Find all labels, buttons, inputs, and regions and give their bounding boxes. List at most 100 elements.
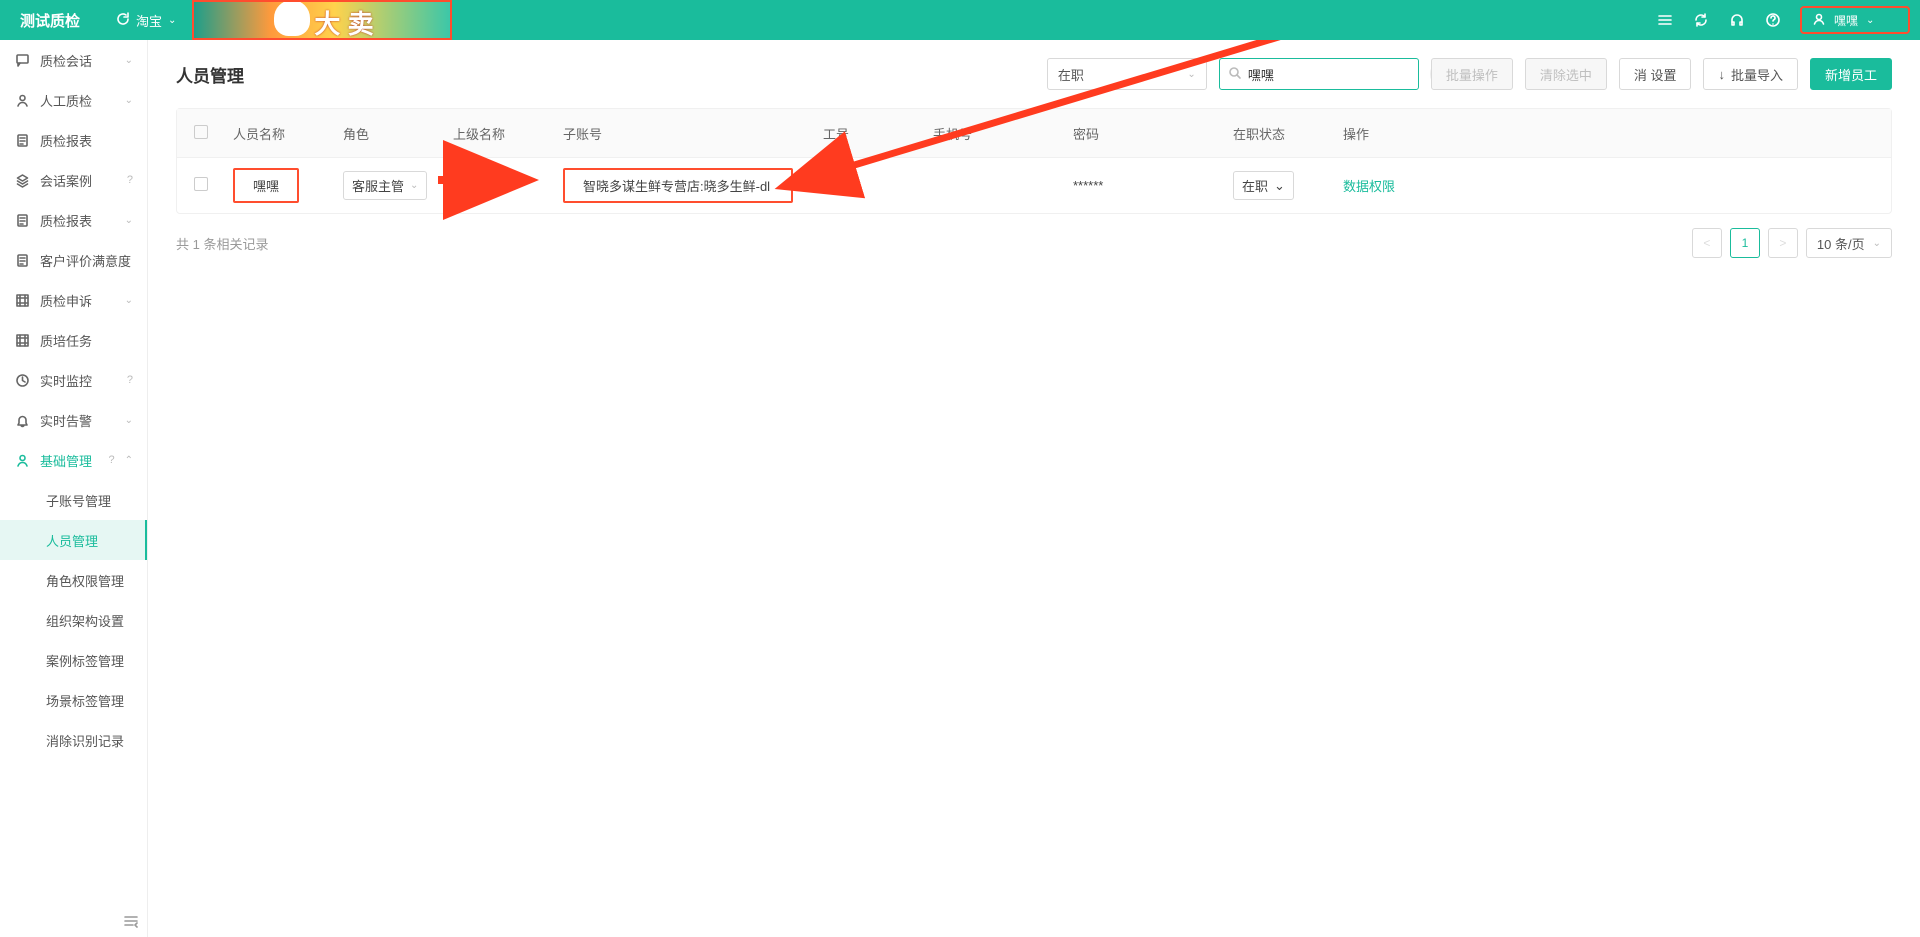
batch-import-button[interactable]: ↓ 批量导入: [1703, 58, 1798, 90]
batch-operate-button[interactable]: 批量操作: [1431, 58, 1513, 90]
row-checkbox[interactable]: [194, 177, 208, 191]
sub-account-cell: 智晓多谋生鲜专营店:晓多生鲜-dl: [563, 168, 793, 203]
search-box[interactable]: ✕: [1219, 58, 1419, 90]
banner-text: 大 卖: [314, 4, 373, 40]
sidebar-subitem[interactable]: 组织架构设置: [0, 600, 147, 640]
sidebar-item[interactable]: 客户评价满意度: [0, 240, 147, 280]
help-hint-icon: ?: [108, 454, 114, 466]
role-select[interactable]: 客服主管 ⌄: [343, 171, 427, 200]
chevron-icon: [125, 455, 133, 466]
app-title: 测试质检: [0, 10, 100, 31]
sidebar-item[interactable]: 基础管理?: [0, 440, 147, 480]
row-status-select[interactable]: 在职 ⌄: [1233, 171, 1294, 200]
page-size-select[interactable]: 10 条/页 ⌄: [1806, 228, 1892, 258]
cat-icon: [274, 0, 310, 36]
doc-icon: [14, 253, 30, 268]
sync-icon[interactable]: [1692, 11, 1710, 29]
sidebar-item-label: 人工质检: [40, 91, 115, 110]
select-all-checkbox[interactable]: [194, 125, 208, 139]
menu-icon[interactable]: [1656, 11, 1674, 29]
layers-icon: [14, 173, 30, 188]
page-size-label: 10 条/页: [1817, 234, 1865, 253]
column-header: 子账号: [555, 124, 815, 143]
employee-name-cell: 嘿嘿: [233, 168, 299, 203]
sidebar-subitem[interactable]: 人员管理: [0, 520, 147, 560]
sidebar-item[interactable]: 质检报表: [0, 200, 147, 240]
user-icon: [1812, 12, 1826, 29]
sidebar-item-label: 质培任务: [40, 331, 133, 350]
sidebar-item[interactable]: 质检申诉: [0, 280, 147, 320]
user-menu[interactable]: 嘿嘿 ⌄: [1800, 6, 1910, 34]
role-value: 客服主管: [352, 176, 404, 195]
sidebar-item[interactable]: 质培任务: [0, 320, 147, 360]
employee-table: 人员名称角色上级名称子账号工号手机号密码在职状态操作 嘿嘿客服主管⌄智晓多谋生鲜…: [176, 108, 1892, 214]
sidebar-item-label: 会话案例: [40, 171, 115, 190]
sidebar-subitem[interactable]: 子账号管理: [0, 480, 147, 520]
user-icon: [14, 93, 30, 108]
sidebar-item-label: 基础管理: [40, 451, 96, 470]
sidebar-subitem[interactable]: 消除识别记录: [0, 720, 147, 760]
sidebar-item[interactable]: 实时监控?: [0, 360, 147, 400]
column-header: 工号: [815, 124, 925, 143]
help-hint-icon: ?: [127, 174, 133, 186]
table-footer: 共 1 条相关记录 < 1 > 10 条/页 ⌄: [176, 228, 1892, 258]
promo-banner[interactable]: 大 卖: [192, 0, 452, 40]
column-header: 在职状态: [1225, 124, 1335, 143]
doc-icon: [14, 133, 30, 148]
sidebar-item[interactable]: 实时告警: [0, 400, 147, 440]
search-input[interactable]: [1248, 67, 1424, 82]
frame-icon: [14, 333, 30, 348]
column-header: 人员名称: [225, 124, 335, 143]
clear-selection-button[interactable]: 清除选中: [1525, 58, 1607, 90]
chevron-down-icon: ⌄: [1873, 238, 1881, 249]
sidebar-subitem[interactable]: 案例标签管理: [0, 640, 147, 680]
sidebar-item-label: 质检报表: [40, 131, 133, 150]
bell-icon: [14, 413, 30, 428]
page-title: 人员管理: [176, 62, 244, 87]
topbar: 测试质检 淘宝 ⌄ 大 卖 嘿嘿 ⌄: [0, 0, 1920, 40]
help-icon[interactable]: [1764, 11, 1782, 29]
help-hint-icon: ?: [127, 374, 133, 386]
sidebar-item-label: 实时告警: [40, 411, 115, 430]
chevron-icon: [125, 55, 133, 66]
search-icon: [1228, 66, 1242, 83]
chat-icon: [14, 53, 30, 68]
row-status-value: 在职: [1242, 176, 1268, 195]
refresh-icon: [116, 12, 130, 29]
page-header: 人员管理 在职 ⌄ ✕ 批量操作 清除选中 消 设置 ↓ 批量导入 新增员工: [176, 58, 1892, 90]
collapse-sidebar-icon[interactable]: [123, 914, 139, 931]
chevron-down-icon: ⌄: [410, 180, 418, 191]
sidebar-item-label: 实时监控: [40, 371, 115, 390]
page-number-button[interactable]: 1: [1730, 228, 1760, 258]
sidebar-item-label: 客户评价满意度: [40, 251, 133, 270]
reset-settings-button[interactable]: 消 设置: [1619, 58, 1692, 90]
sidebar-item[interactable]: 质检会话: [0, 40, 147, 80]
sidebar-subitem[interactable]: 场景标签管理: [0, 680, 147, 720]
column-header: 操作: [1335, 124, 1455, 143]
chevron-icon: [125, 295, 133, 306]
chevron-icon: [125, 95, 133, 106]
sidebar-subitem[interactable]: 角色权限管理: [0, 560, 147, 600]
select-all-cell[interactable]: [177, 125, 225, 142]
column-header: 手机号: [925, 124, 1065, 143]
sidebar-item[interactable]: 会话案例?: [0, 160, 147, 200]
chevron-down-icon: ⌄: [1187, 69, 1195, 80]
sidebar: 质检会话人工质检质检报表会话案例?质检报表客户评价满意度质检申诉质培任务实时监控…: [0, 40, 148, 937]
platform-selector[interactable]: 淘宝 ⌄: [100, 11, 192, 30]
import-icon: ↓: [1718, 67, 1725, 82]
headset-icon[interactable]: [1728, 11, 1746, 29]
next-page-button[interactable]: >: [1768, 228, 1798, 258]
add-employee-button[interactable]: 新增员工: [1810, 58, 1892, 90]
sidebar-item[interactable]: 质检报表: [0, 120, 147, 160]
doc-icon: [14, 213, 30, 228]
clock-icon: [14, 373, 30, 388]
column-header: 角色: [335, 124, 445, 143]
sidebar-item[interactable]: 人工质检: [0, 80, 147, 120]
frame-icon: [14, 293, 30, 308]
chevron-down-icon: ⌄: [1274, 178, 1285, 194]
chevron-down-icon: ⌄: [168, 15, 176, 26]
data-permission-link[interactable]: 数据权限: [1343, 179, 1395, 194]
user-name: 嘿嘿: [1834, 12, 1858, 29]
prev-page-button[interactable]: <: [1692, 228, 1722, 258]
status-filter-select[interactable]: 在职 ⌄: [1047, 58, 1207, 90]
